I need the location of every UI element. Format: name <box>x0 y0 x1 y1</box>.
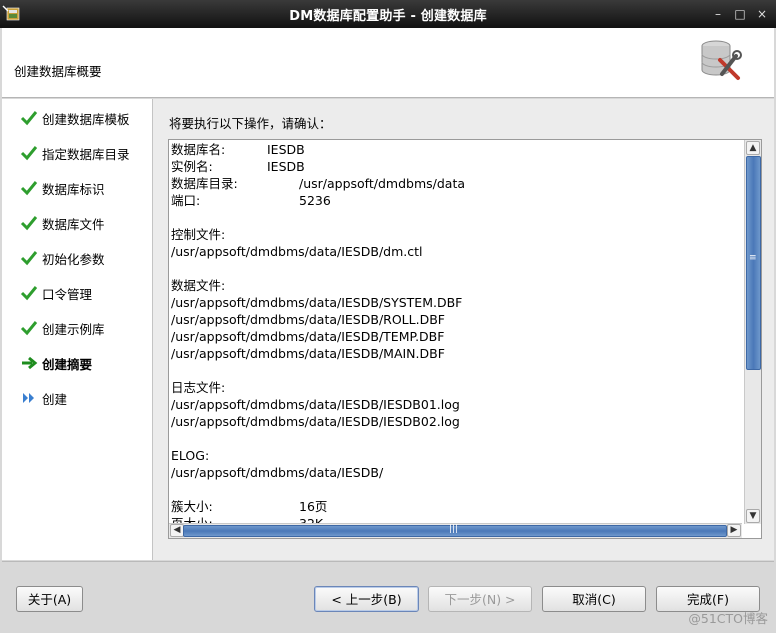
field-key: 实例名: <box>171 159 213 174</box>
step-label: 初始化参数 <box>42 251 105 267</box>
log-file-header: 日志文件: <box>171 380 226 395</box>
step-label: 创建摘要 <box>42 356 93 372</box>
scroll-down-icon[interactable]: ▼ <box>746 509 760 523</box>
horizontal-scroll-thumb[interactable]: ||| <box>183 524 727 537</box>
summary-row: 簇大小: 16页 <box>171 498 744 515</box>
step-create: 创建 <box>20 388 67 408</box>
summary-text[interactable]: 数据库名: IESDB 实例名: IESDB 数据库目录: /usr/appsoft/… <box>169 140 744 525</box>
elog-path: /usr/appsoft/dmdbms/data/IESDB/ <box>171 465 384 480</box>
scroll-left-icon[interactable]: ◀ <box>170 524 184 537</box>
field-value: /usr/appsoft/dmdbms/data <box>299 176 466 191</box>
elog-header: ELOG: <box>171 448 210 463</box>
summary-textbox[interactable]: 数据库名: IESDB 实例名: IESDB 数据库目录: /usr/appsoft/… <box>168 139 762 539</box>
step-password: 口令管理 <box>20 283 92 303</box>
summary-row: 数据库目录: /usr/appsoft/dmdbms/data <box>171 175 744 192</box>
back-button[interactable]: < 上一步(B) <box>314 586 419 612</box>
main-panel: 将要执行以下操作，请确认： 数据库名: IESDB 实例名: IESDB 数据库目录… <box>153 99 774 560</box>
vertical-scroll-thumb[interactable]: ≡ <box>746 156 761 370</box>
step-label: 数据库标识 <box>42 181 105 197</box>
data-file-path: /usr/appsoft/dmdbms/data/IESDB/ROLL.DBF <box>171 312 445 327</box>
field-key: 簇大小: <box>171 499 213 514</box>
window-title: DM数据库配置助手 - 创建数据库 <box>289 9 487 24</box>
field-value: IESDB <box>267 159 305 174</box>
step-create-template: 创建数据库模板 <box>20 108 130 128</box>
step-label: 创建示例库 <box>42 321 105 337</box>
horizontal-scrollbar[interactable]: ◀ ||| ▶ <box>169 523 742 538</box>
arrow-right-icon <box>20 355 38 371</box>
scroll-up-icon[interactable]: ▲ <box>746 141 760 155</box>
data-file-path: /usr/appsoft/dmdbms/data/IESDB/SYSTEM.DB… <box>171 295 463 310</box>
step-label: 口令管理 <box>42 286 93 302</box>
footer-divider <box>2 561 774 562</box>
about-button[interactable]: 关于(A) <box>16 586 83 612</box>
confirm-prompt: 将要执行以下操作，请确认： <box>169 116 332 131</box>
maximize-icon[interactable]: □ <box>733 7 747 21</box>
wizard-steps-sidebar: 创建数据库模板 指定数据库目录 数据库标识 数据库文件 初始化参数 口令管理 创… <box>2 99 153 560</box>
wizard-header: 创建数据库概要 <box>2 28 774 98</box>
summary-row: 端口: 5236 <box>171 192 744 209</box>
scroll-right-icon[interactable]: ▶ <box>727 524 741 537</box>
step-label: 数据库文件 <box>42 216 105 232</box>
watermark-text: @51CTO博客 <box>688 611 768 626</box>
step-sample-db: 创建示例库 <box>20 318 105 338</box>
cancel-button[interactable]: 取消(C) <box>542 586 646 612</box>
step-db-directory: 指定数据库目录 <box>20 143 130 163</box>
check-icon <box>20 145 38 161</box>
page-title: 创建数据库概要 <box>14 64 102 79</box>
step-db-files: 数据库文件 <box>20 213 105 233</box>
summary-row: 实例名: IESDB <box>171 158 744 175</box>
step-init-params: 初始化参数 <box>20 248 105 268</box>
log-file-path: /usr/appsoft/dmdbms/data/IESDB/IESDB01.l… <box>171 397 460 412</box>
check-icon <box>20 285 38 301</box>
check-icon <box>20 215 38 231</box>
field-value: 16页 <box>299 499 328 514</box>
double-chevron-icon <box>20 390 38 406</box>
data-file-header: 数据文件: <box>171 278 226 293</box>
field-key: 数据库目录: <box>171 176 238 191</box>
check-icon <box>20 180 38 196</box>
control-file-path: /usr/appsoft/dmdbms/data/IESDB/dm.ctl <box>171 244 423 259</box>
database-tools-icon <box>694 34 744 84</box>
log-file-path: /usr/appsoft/dmdbms/data/IESDB/IESDB02.l… <box>171 414 460 429</box>
vertical-scrollbar[interactable]: ▲ ≡ ▼ <box>744 140 761 524</box>
check-icon <box>20 250 38 266</box>
field-key: 数据库名: <box>171 142 226 157</box>
step-db-identity: 数据库标识 <box>20 178 105 198</box>
minimize-icon[interactable]: – <box>711 7 725 21</box>
next-button[interactable]: 下一步(N) > <box>428 586 532 612</box>
control-file-header: 控制文件: <box>171 227 226 242</box>
check-icon <box>20 110 38 126</box>
data-file-path: /usr/appsoft/dmdbms/data/IESDB/TEMP.DBF <box>171 329 445 344</box>
data-file-path: /usr/appsoft/dmdbms/data/IESDB/MAIN.DBF <box>171 346 445 361</box>
step-label: 指定数据库目录 <box>42 146 130 162</box>
field-value: 5236 <box>299 193 331 208</box>
field-key: 端口: <box>171 193 201 208</box>
window-titlebar[interactable]: DM数据库配置助手 - 创建数据库 – □ × <box>0 0 776 28</box>
field-value: IESDB <box>267 142 305 157</box>
step-summary: 创建摘要 <box>20 353 92 373</box>
summary-row: 数据库名: IESDB <box>171 141 744 158</box>
step-label: 创建数据库模板 <box>42 111 130 127</box>
step-label: 创建 <box>42 391 68 407</box>
check-icon <box>20 320 38 336</box>
close-icon[interactable]: × <box>755 7 769 21</box>
